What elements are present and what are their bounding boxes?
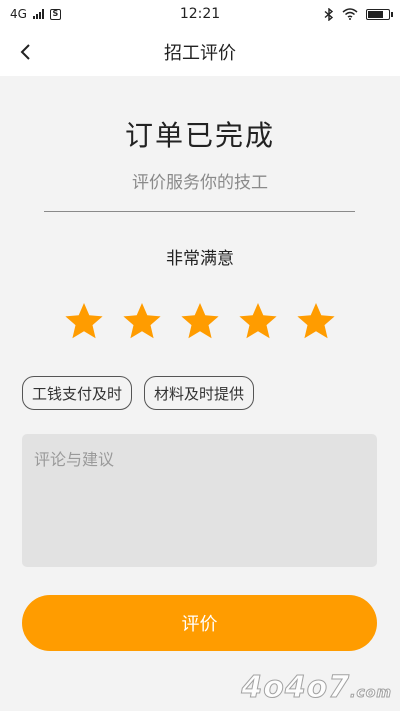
chevron-left-icon xyxy=(20,44,30,60)
star-icon[interactable] xyxy=(122,302,162,340)
network-label: 4G xyxy=(10,7,27,21)
wifi-icon xyxy=(342,8,358,20)
battery-icon xyxy=(366,8,393,20)
status-left: 4G S xyxy=(10,7,160,21)
comment-input[interactable] xyxy=(22,434,377,567)
status-bar: 4G S 12:21 xyxy=(0,0,400,28)
divider xyxy=(44,211,355,212)
back-button[interactable] xyxy=(10,36,42,68)
order-status-subtitle: 评价服务你的技工 xyxy=(132,173,268,193)
status-right xyxy=(240,7,393,21)
tag-wage-on-time[interactable]: 工钱支付及时 xyxy=(22,376,133,410)
watermark-suffix: .com xyxy=(350,685,392,702)
status-time: 12:21 xyxy=(179,6,221,22)
star-rating xyxy=(64,302,336,340)
signal-icon xyxy=(32,9,44,19)
star-icon[interactable] xyxy=(180,302,220,340)
nav-bar: 招工评价 xyxy=(0,28,400,76)
bluetooth-icon xyxy=(324,7,334,21)
order-status-title: 订单已完成 xyxy=(124,119,275,152)
sim-icon: S xyxy=(49,8,61,20)
app-screen: 4G S 12:21 招工评价 订单已完成 评价服务你的技工 非常满意 工钱支付… xyxy=(0,0,400,711)
star-icon[interactable] xyxy=(296,302,336,340)
tag-materials-on-time[interactable]: 材料及时提供 xyxy=(144,376,255,410)
watermark-logo: 4o4o7.com xyxy=(241,670,392,706)
page-title: 招工评价 xyxy=(164,43,236,64)
tag-list: 工钱支付及时 材料及时提供 xyxy=(22,376,255,410)
star-icon[interactable] xyxy=(238,302,278,340)
review-content: 订单已完成 评价服务你的技工 非常满意 工钱支付及时 材料及时提供 评价 4o4… xyxy=(0,76,400,711)
watermark-text: 4o4o7 xyxy=(241,670,351,706)
submit-review-button[interactable]: 评价 xyxy=(22,595,377,651)
rating-label: 非常满意 xyxy=(166,249,234,269)
star-icon[interactable] xyxy=(64,302,104,340)
